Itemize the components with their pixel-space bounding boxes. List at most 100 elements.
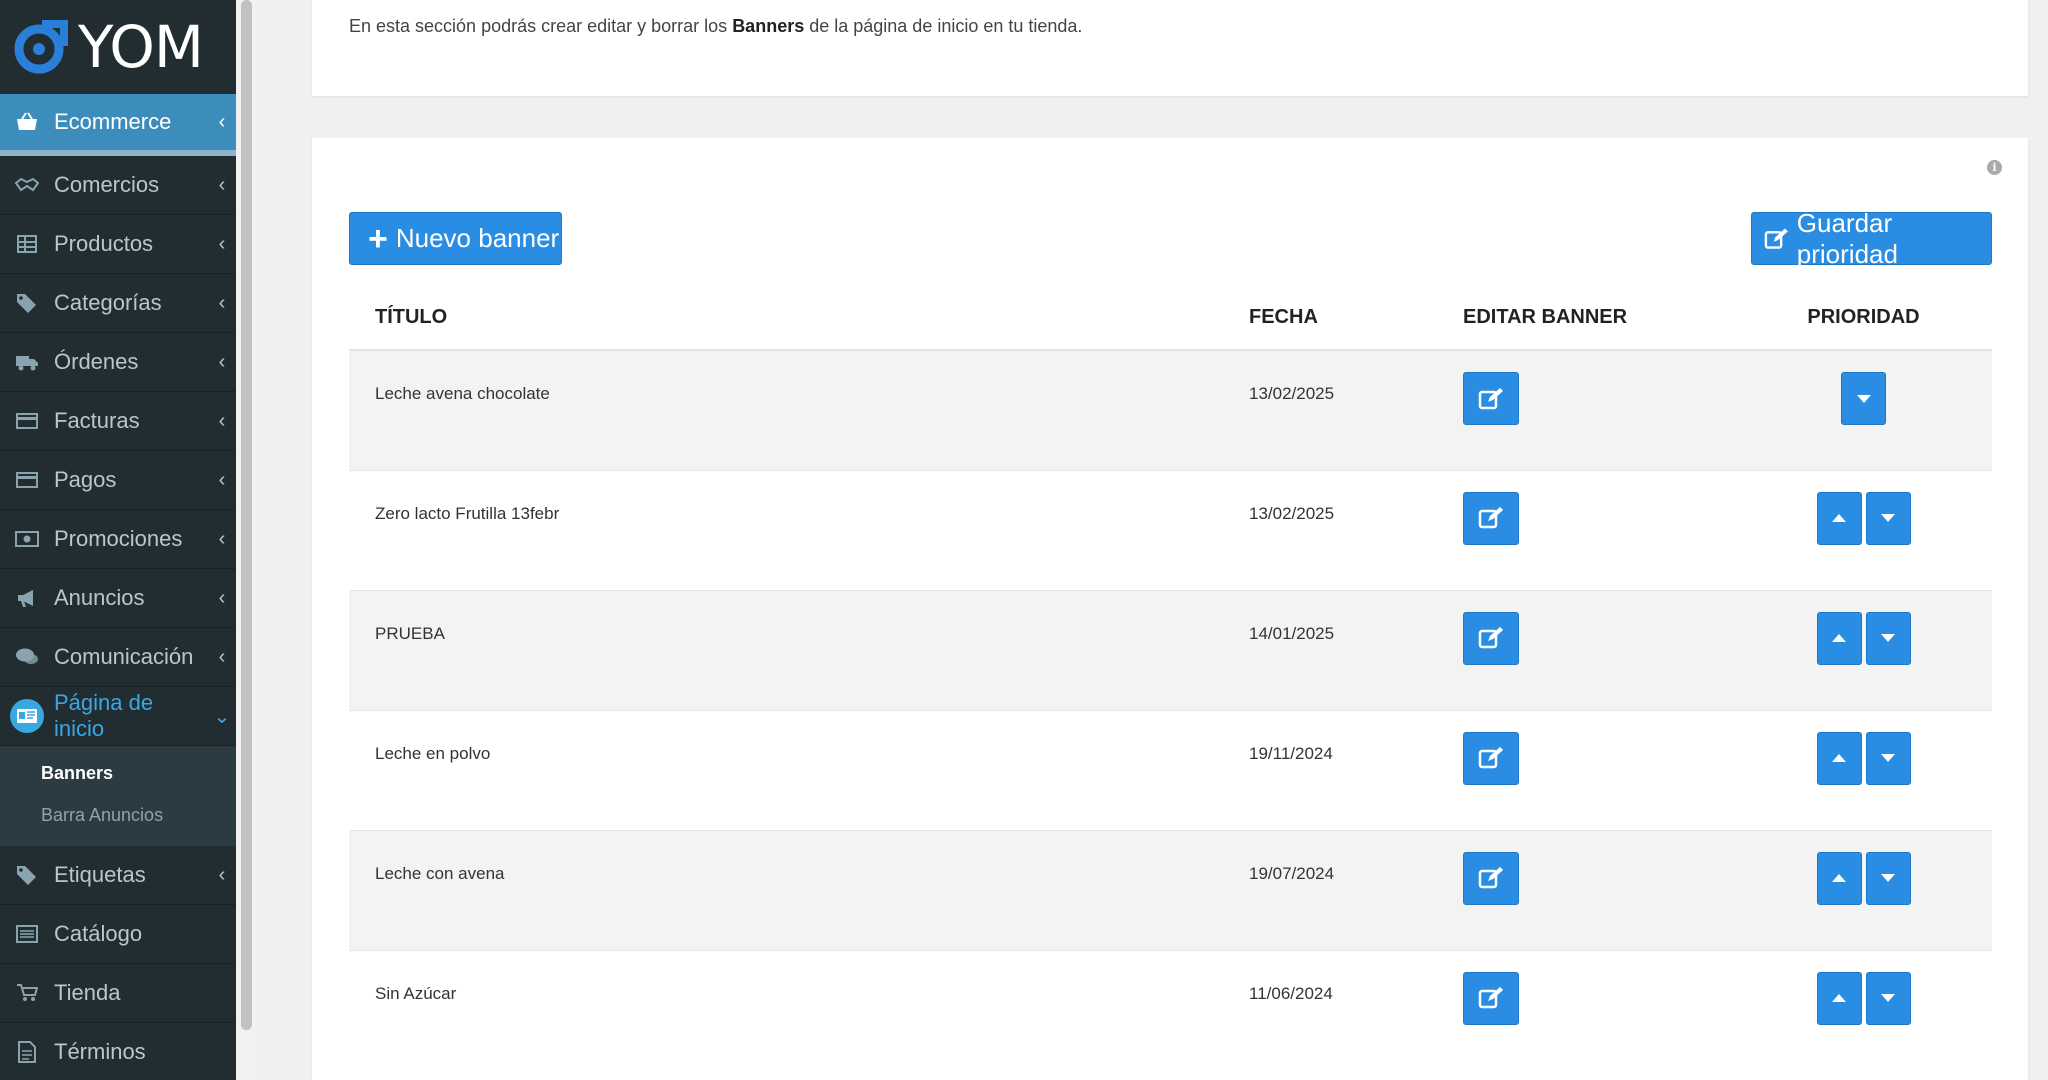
edit-cell xyxy=(1463,829,1735,950)
handshake-icon xyxy=(0,177,54,193)
sidebar-item-pagos[interactable]: Pagos ‹ xyxy=(0,451,236,510)
main-content: En esta sección podrás crear editar y bo… xyxy=(256,0,2048,1080)
caret-down-icon xyxy=(1881,994,1895,1002)
sidebar-item-tienda[interactable]: Tienda xyxy=(0,964,236,1023)
move-up-button[interactable] xyxy=(1816,971,1862,1025)
info-icon[interactable]: i xyxy=(1987,160,2002,175)
sidebar-item-label: Categorías xyxy=(54,290,162,315)
chevron-left-icon: ‹ xyxy=(218,173,226,196)
sidebar-item-label: Página de inicio xyxy=(54,690,154,741)
edit-banner-button[interactable] xyxy=(1463,611,1519,665)
sidebar-item-label: Tienda xyxy=(54,980,121,1005)
edit-cell xyxy=(1463,349,1735,470)
sidebar-item-terminos[interactable]: Términos xyxy=(0,1023,236,1080)
move-down-button[interactable] xyxy=(1865,611,1911,665)
intro-text-after: de la página de inicio en tu tienda. xyxy=(804,16,1083,36)
edit-icon xyxy=(1478,867,1503,889)
edit-banner-button[interactable] xyxy=(1463,372,1519,425)
table-icon xyxy=(0,235,54,253)
sidebar-item-anuncios[interactable]: Anuncios ‹ xyxy=(0,569,236,628)
edit-icon xyxy=(1478,747,1503,769)
banner-title: Leche en polvo xyxy=(349,709,1249,830)
sidebar-item-ordenes[interactable]: Órdenes ‹ xyxy=(0,333,236,392)
chevron-left-icon: ‹ xyxy=(218,409,226,432)
sidebar-item-label: Ecommerce xyxy=(54,109,172,134)
caret-up-icon xyxy=(1832,514,1846,522)
yom-logo-icon xyxy=(14,20,68,74)
edit-icon xyxy=(1478,507,1503,529)
move-down-button[interactable] xyxy=(1865,491,1911,545)
chevron-left-icon: ‹ xyxy=(218,350,226,373)
sidebar-item-catalogo[interactable]: Catálogo xyxy=(0,905,236,964)
intro-text-before: En esta sección podrás crear editar y bo… xyxy=(349,16,733,36)
sidebar-item-promociones[interactable]: Promociones ‹ xyxy=(0,510,236,569)
sidebar-item-comunicacion[interactable]: Comunicación ‹ xyxy=(0,628,236,687)
list-icon xyxy=(0,925,54,943)
column-header-date[interactable]: FECHA xyxy=(1249,286,1463,351)
sidebar-item-label: Términos xyxy=(54,1039,146,1064)
chevron-left-icon: ‹ xyxy=(218,232,226,255)
priority-cell xyxy=(1735,829,1992,950)
move-up-button[interactable] xyxy=(1816,491,1862,545)
banner-title: Leche con avena xyxy=(349,829,1249,950)
move-down-button[interactable] xyxy=(1865,971,1911,1025)
edit-icon xyxy=(1478,627,1503,649)
sidebar-item-label: Anuncios xyxy=(54,585,145,610)
new-banner-button[interactable]: + Nuevo banner xyxy=(349,212,562,265)
plus-icon: + xyxy=(368,219,388,258)
move-down-button[interactable] xyxy=(1865,731,1911,785)
banner-title: PRUEBA xyxy=(349,589,1249,710)
money-icon xyxy=(0,531,54,547)
sidebar-item-pagina-de-inicio[interactable]: Página de inicio ⌄ xyxy=(0,687,236,746)
basket-icon xyxy=(0,112,54,132)
intro-box: En esta sección podrás crear editar y bo… xyxy=(312,0,2028,96)
priority-cell xyxy=(1735,589,1992,710)
sidebar-scrollbar-thumb[interactable] xyxy=(241,0,252,1030)
edit-banner-button[interactable] xyxy=(1463,971,1519,1025)
move-down-button[interactable] xyxy=(1865,851,1911,905)
move-up-button[interactable] xyxy=(1816,731,1862,785)
truck-icon xyxy=(0,353,54,371)
move-down-button[interactable] xyxy=(1841,372,1886,425)
banner-date: 19/07/2024 xyxy=(1249,829,1463,950)
banner-date: 11/06/2024 xyxy=(1249,949,1463,1070)
sidebar-item-ecommerce[interactable]: Ecommerce ‹ xyxy=(0,94,236,156)
edit-banner-button[interactable] xyxy=(1463,731,1519,785)
priority-cell xyxy=(1735,709,1992,830)
banner-date: 13/02/2025 xyxy=(1249,349,1463,470)
table-row: Zero lacto Frutilla 13febr 13/02/2025 xyxy=(349,469,1992,590)
edit-cell xyxy=(1463,589,1735,710)
brand-logo[interactable]: YOM xyxy=(0,0,236,94)
sidebar-item-categorias[interactable]: Categorías ‹ xyxy=(0,274,236,333)
column-header-title[interactable]: TÍTULO xyxy=(349,286,1249,351)
edit-banner-button[interactable] xyxy=(1463,851,1519,905)
column-header-edit: EDITAR BANNER xyxy=(1463,286,1735,351)
banner-date: 14/01/2025 xyxy=(1249,589,1463,710)
edit-icon xyxy=(1764,228,1788,249)
table-row: Leche en polvo 19/11/2024 xyxy=(349,709,1992,830)
move-up-button[interactable] xyxy=(1816,611,1862,665)
edit-banner-button[interactable] xyxy=(1463,491,1519,545)
sidebar-submenu: Banners Barra Anuncios xyxy=(0,746,236,846)
priority-cell xyxy=(1735,949,1992,1070)
sidebar-item-label: Comercios xyxy=(54,172,160,197)
submenu-item-barra-anuncios[interactable]: Barra Anuncios xyxy=(0,794,236,836)
sidebar-item-facturas[interactable]: Facturas ‹ xyxy=(0,392,236,451)
chevron-left-icon: ‹ xyxy=(218,586,226,609)
sidebar-item-label: Catálogo xyxy=(54,921,143,946)
table-row: PRUEBA 14/01/2025 xyxy=(349,589,1992,710)
chevron-left-icon: ‹ xyxy=(218,110,226,133)
submenu-item-banners[interactable]: Banners xyxy=(0,752,236,794)
tags-icon xyxy=(0,293,54,313)
intro-text: En esta sección podrás crear editar y bo… xyxy=(349,16,1082,37)
cart-icon xyxy=(0,983,54,1003)
sidebar-item-label: Órdenes xyxy=(54,349,139,374)
save-priority-button[interactable]: Guardar prioridad xyxy=(1751,208,1992,269)
sidebar-item-productos[interactable]: Productos ‹ xyxy=(0,215,236,274)
sidebar-item-comercios[interactable]: Comercios ‹ xyxy=(0,156,236,215)
move-up-button[interactable] xyxy=(1816,851,1862,905)
sidebar-item-etiquetas[interactable]: Etiquetas ‹ xyxy=(0,846,236,905)
bullhorn-icon xyxy=(0,588,54,608)
chevron-down-icon: ⌄ xyxy=(213,705,231,728)
brand-name: YOM xyxy=(78,13,204,81)
